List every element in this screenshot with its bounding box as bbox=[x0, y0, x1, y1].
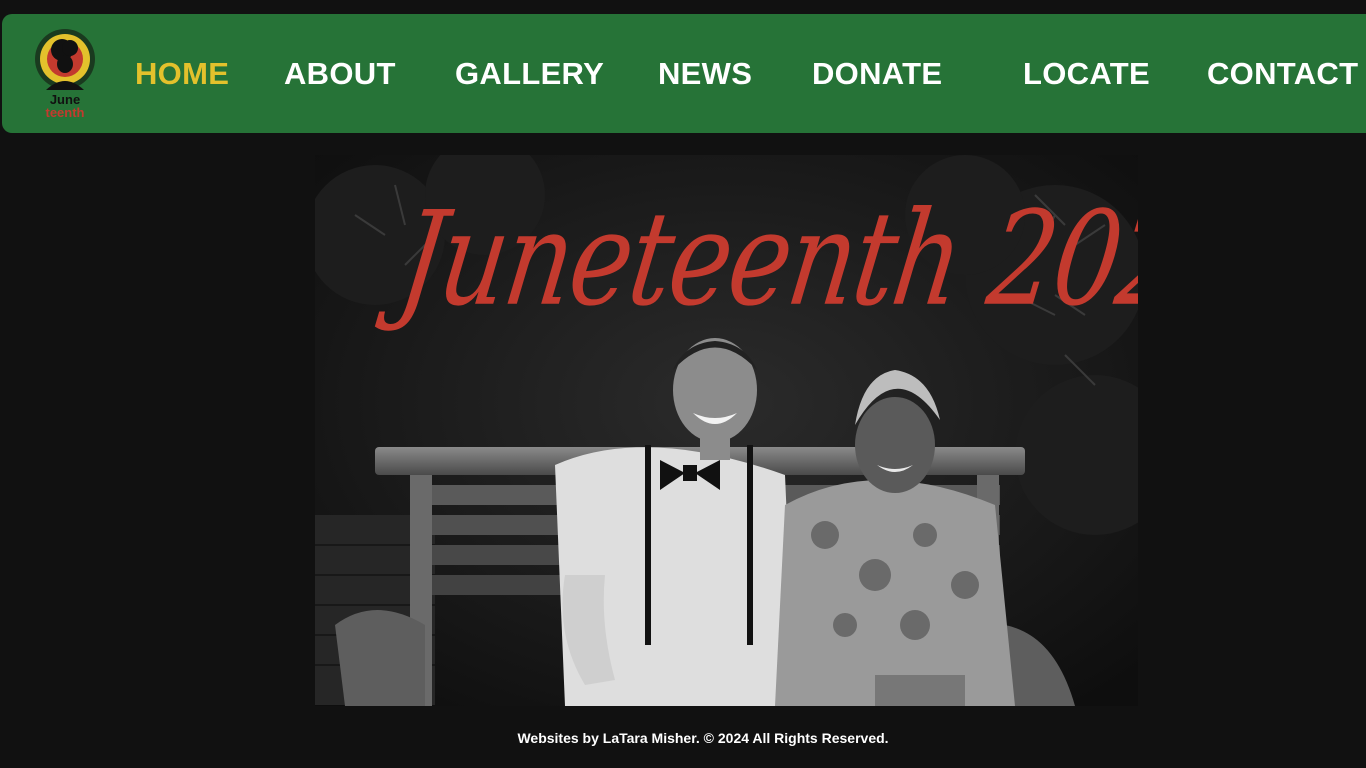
hero-banner: Juneteenth 2025 bbox=[315, 155, 1138, 706]
logo-emblem-icon: June teenth bbox=[35, 29, 95, 120]
footer-copyright: Websites by LaTara Misher. © 2024 All Ri… bbox=[517, 730, 889, 746]
nav-news[interactable]: NEWS bbox=[658, 55, 752, 93]
nav-locate[interactable]: LOCATE bbox=[1023, 55, 1150, 93]
nav-gallery[interactable]: GALLERY bbox=[455, 55, 604, 93]
nav-contact[interactable]: CONTACT bbox=[1207, 55, 1358, 93]
nav-about[interactable]: ABOUT bbox=[284, 55, 396, 93]
juneteenth-logo[interactable]: June teenth bbox=[32, 28, 98, 120]
svg-text:teenth: teenth bbox=[46, 105, 85, 120]
hero-title: Juneteenth 2025 bbox=[391, 182, 1138, 336]
navbar: June teenth HOME ABOUT GALLERY NEWS DONA… bbox=[2, 14, 1366, 133]
nav-home[interactable]: HOME bbox=[135, 55, 229, 93]
nav-donate[interactable]: DONATE bbox=[812, 55, 942, 93]
